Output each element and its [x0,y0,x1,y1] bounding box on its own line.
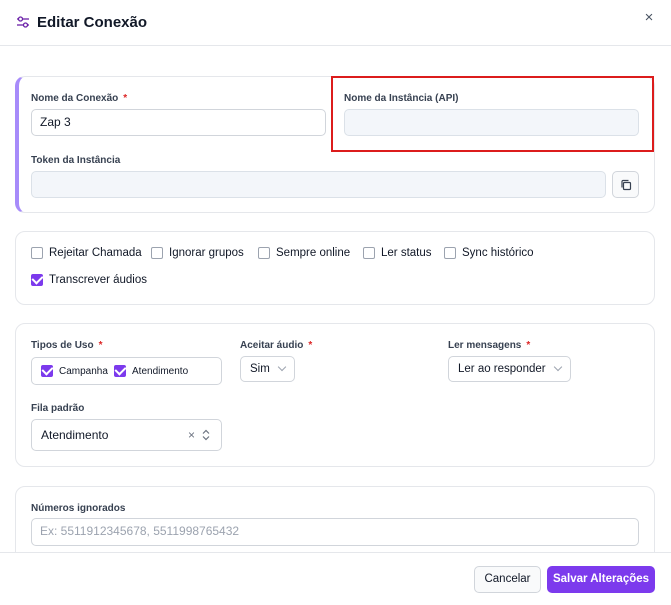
connection-name-input[interactable]: Zap 3 [31,109,326,136]
checkbox[interactable] [444,247,456,259]
chevron-down-icon [277,362,287,372]
token-label: Token da Instância [31,155,121,166]
option-reject-calls[interactable]: Rejeitar Chamada [31,247,142,259]
cancel-button[interactable]: Cancelar [474,566,541,593]
accept-audio-select[interactable]: Sim [240,356,295,382]
checkbox[interactable] [31,247,43,259]
read-messages-select[interactable]: Ler ao responder [448,356,571,382]
checkbox[interactable] [258,247,270,259]
chevron-down-icon [553,362,562,372]
options-card [15,231,655,305]
checkbox[interactable] [363,247,375,259]
highlight-box [331,76,654,152]
option-sync-history[interactable]: Sync histórico [444,247,534,259]
settings-sliders-icon [17,16,29,28]
dialog-footer: Cancelar Salvar Alterações [0,552,671,605]
close-icon[interactable]: × [641,10,657,26]
copy-icon [620,179,631,190]
dialog-header: Editar Conexão × [0,0,671,46]
usage-types-label: Tipos de Uso * [31,340,103,351]
ignored-numbers-input[interactable]: Ex: 5511912345678, 5511998765432 [31,518,639,546]
dialog-title: Editar Conexão [37,14,148,31]
usage-types-multiselect: Campanha Atendimento [31,357,222,385]
option-transcribe-audio[interactable]: Transcrever áudios [31,274,147,286]
default-queue-select[interactable]: Atendimento × [31,419,222,451]
clear-icon[interactable]: × [188,420,195,450]
save-button[interactable]: Salvar Alterações [547,566,655,593]
option-read-status[interactable]: Ler status [363,247,432,259]
connection-name-label: Nome da Conexão * [31,93,128,104]
ignored-numbers-label: Números ignorados [31,503,126,514]
checkbox-checked[interactable] [31,274,43,286]
checkbox-checked[interactable] [114,365,126,377]
option-ignore-groups[interactable]: Ignorar grupos [151,247,244,259]
copy-button[interactable] [612,171,639,198]
checkbox-checked[interactable] [41,365,53,377]
token-input[interactable] [31,171,606,198]
usage-type-service[interactable]: Atendimento [114,365,188,377]
default-queue-label: Fila padrão [31,403,85,414]
accept-audio-label: Aceitar áudio * [240,340,313,351]
chevron-up-down-icon [202,429,210,441]
option-always-online[interactable]: Sempre online [258,247,350,259]
usage-type-campaign[interactable]: Campanha [41,365,108,377]
read-messages-label: Ler mensagens * [448,340,531,351]
checkbox[interactable] [151,247,163,259]
